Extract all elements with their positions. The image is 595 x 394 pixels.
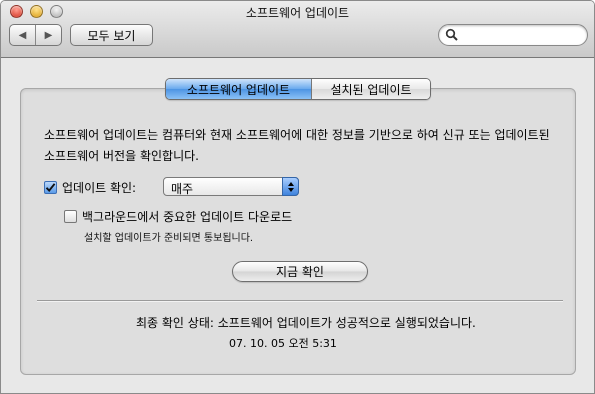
description-text: 소프트웨어 업데이트는 컴퓨터와 현재 소프트웨어에 대한 정보를 기반으로 하… bbox=[44, 128, 550, 163]
forward-button[interactable]: ▶ bbox=[35, 25, 61, 45]
forward-arrow-icon: ▶ bbox=[44, 29, 53, 41]
tab-installed-updates[interactable]: 설치된 업데이트 bbox=[311, 79, 430, 99]
background-download-note: 설치할 업데이트가 준비되면 통보됩니다. bbox=[84, 233, 254, 244]
tab-bar: 소프트웨어 업데이트 설치된 업데이트 bbox=[165, 78, 431, 100]
last-check-status: 최종 확인 상태: 소프트웨어 업데이트가 성공적으로 실행되었습니다. bbox=[136, 316, 476, 330]
preferences-window: 소프트웨어 업데이트 ◀ ▶ 모두 보기 소프트웨어 업데이트 설치된 업데이트… bbox=[0, 0, 595, 394]
back-button[interactable]: ◀ bbox=[10, 25, 35, 45]
search-input[interactable] bbox=[461, 27, 581, 43]
select-arrows-icon bbox=[282, 177, 299, 196]
check-now-button[interactable]: 지금 확인 bbox=[232, 261, 368, 282]
check-updates-checkbox[interactable] bbox=[44, 181, 57, 194]
check-updates-label: 업데이트 확인: bbox=[62, 181, 137, 195]
back-forward-control: ◀ ▶ bbox=[9, 24, 62, 46]
frequency-select[interactable]: 매주 bbox=[163, 177, 299, 196]
tab-software-update[interactable]: 소프트웨어 업데이트 bbox=[166, 79, 311, 99]
last-check-timestamp: 07. 10. 05 오전 5:31 bbox=[229, 337, 337, 350]
checkmark-icon bbox=[45, 183, 56, 193]
window-toolbar: 소프트웨어 업데이트 ◀ ▶ 모두 보기 bbox=[1, 1, 594, 58]
window-title: 소프트웨어 업데이트 bbox=[245, 6, 350, 20]
search-icon bbox=[445, 28, 458, 41]
background-download-row: 백그라운드에서 중요한 업데이트 다운로드 bbox=[64, 208, 292, 225]
back-arrow-icon: ◀ bbox=[18, 29, 27, 41]
show-all-button[interactable]: 모두 보기 bbox=[70, 24, 153, 46]
search-field[interactable] bbox=[438, 24, 588, 46]
check-updates-row: 업데이트 확인: bbox=[44, 179, 136, 196]
frequency-value: 매주 bbox=[171, 182, 194, 196]
divider bbox=[37, 300, 563, 301]
background-download-label: 백그라운드에서 중요한 업데이트 다운로드 bbox=[82, 210, 293, 224]
background-download-checkbox[interactable] bbox=[64, 210, 77, 223]
